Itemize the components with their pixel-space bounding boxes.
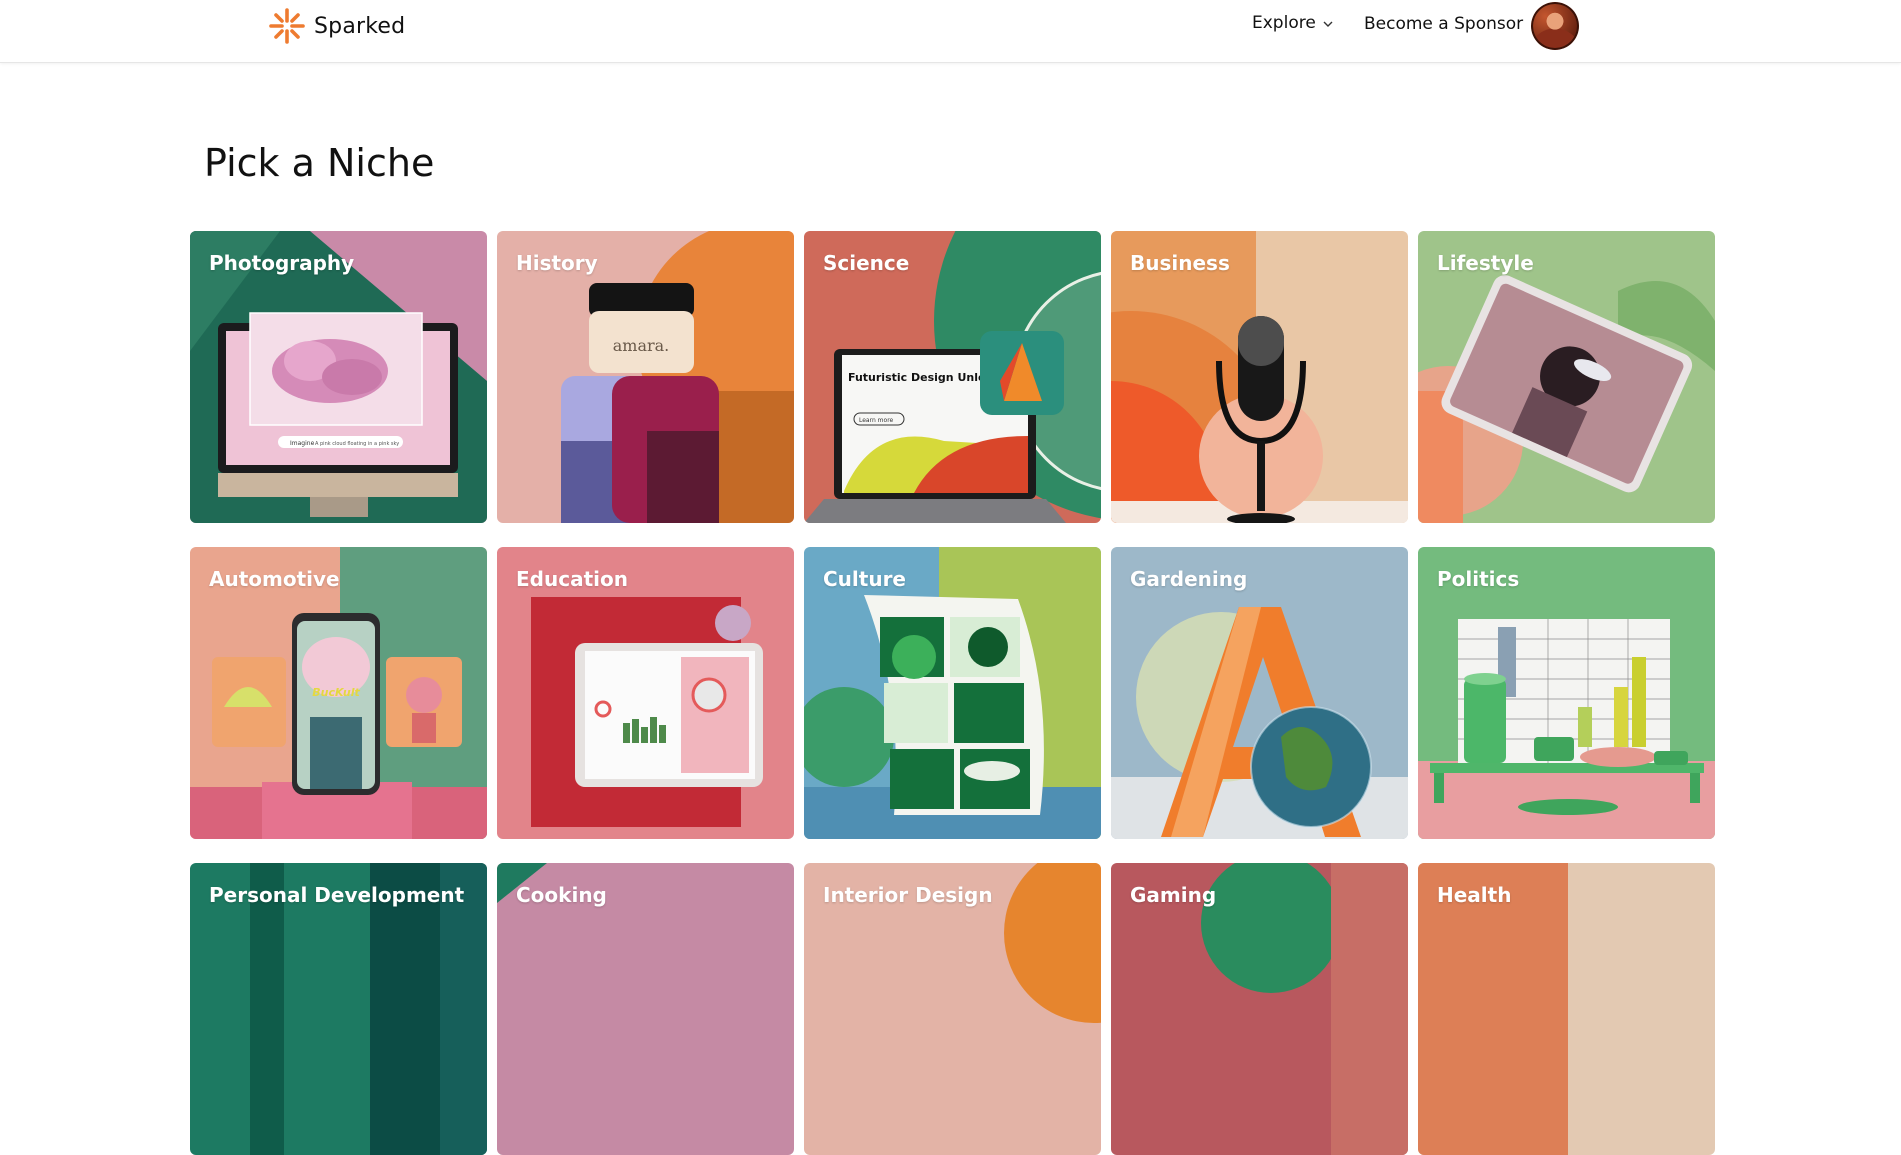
page-title: Pick a Niche — [204, 141, 435, 185]
history-jar-label: amara. — [613, 336, 670, 355]
niche-card-photography[interactable]: Imagine A pink cloud floating in a pink … — [190, 231, 487, 523]
photography-caption-right: A pink cloud floating in a pink sky — [315, 441, 399, 447]
science-button-text: Learn more — [859, 417, 894, 424]
user-avatar[interactable] — [1531, 2, 1579, 50]
niche-card-business[interactable]: Business — [1111, 231, 1408, 523]
niche-card-gaming[interactable]: Gaming — [1111, 863, 1408, 1155]
niche-label: Science — [823, 251, 910, 275]
brand-logo[interactable]: Sparked — [268, 7, 405, 45]
niche-card-science[interactable]: Futuristic Design Unleashed Learn more S… — [804, 231, 1101, 523]
niche-card-interior-design[interactable]: Interior Design — [804, 863, 1101, 1155]
niche-label: Health — [1437, 883, 1512, 907]
niche-card-cooking[interactable]: Cooking — [497, 863, 794, 1155]
niche-label: Automotive — [209, 567, 340, 591]
niche-label: Interior Design — [823, 883, 993, 907]
niche-label: History — [516, 251, 598, 275]
niche-label: Personal Development — [209, 883, 465, 907]
brand-name: Sparked — [314, 13, 406, 39]
niche-card-personal-development[interactable]: Personal Development — [190, 863, 487, 1155]
niche-card-history[interactable]: amara. History — [497, 231, 794, 523]
niche-card-education[interactable]: Education — [497, 547, 794, 839]
become-sponsor-link[interactable]: Become a Sponsor — [1364, 14, 1523, 34]
explore-menu[interactable]: Explore — [1252, 13, 1334, 33]
automotive-hat-text: BucKult — [312, 686, 360, 699]
niche-label: Lifestyle — [1437, 251, 1534, 275]
sparkle-icon — [269, 8, 305, 44]
niche-card-lifestyle[interactable]: Lifestyle — [1418, 231, 1715, 523]
niche-label: Gardening — [1130, 567, 1248, 591]
niche-label: Politics — [1437, 567, 1520, 591]
top-navbar: Sparked Explore Become a Sponsor — [0, 0, 1901, 63]
niche-label: Photography — [209, 251, 355, 275]
photography-caption-left: Imagine — [290, 440, 315, 447]
niche-card-gardening[interactable]: Gardening — [1111, 547, 1408, 839]
niche-card-politics[interactable]: Politics — [1418, 547, 1715, 839]
niche-label: Business — [1130, 251, 1230, 275]
niche-card-automotive[interactable]: BucKult Automotive — [190, 547, 487, 839]
niche-label: Culture — [823, 567, 906, 591]
niche-card-culture[interactable]: Culture — [804, 547, 1101, 839]
chevron-down-icon — [1323, 21, 1333, 27]
explore-label: Explore — [1252, 13, 1316, 33]
niche-card-health[interactable]: Health — [1418, 863, 1715, 1155]
niche-label: Gaming — [1130, 883, 1217, 907]
niche-label: Cooking — [516, 883, 607, 907]
niche-label: Education — [516, 567, 628, 591]
